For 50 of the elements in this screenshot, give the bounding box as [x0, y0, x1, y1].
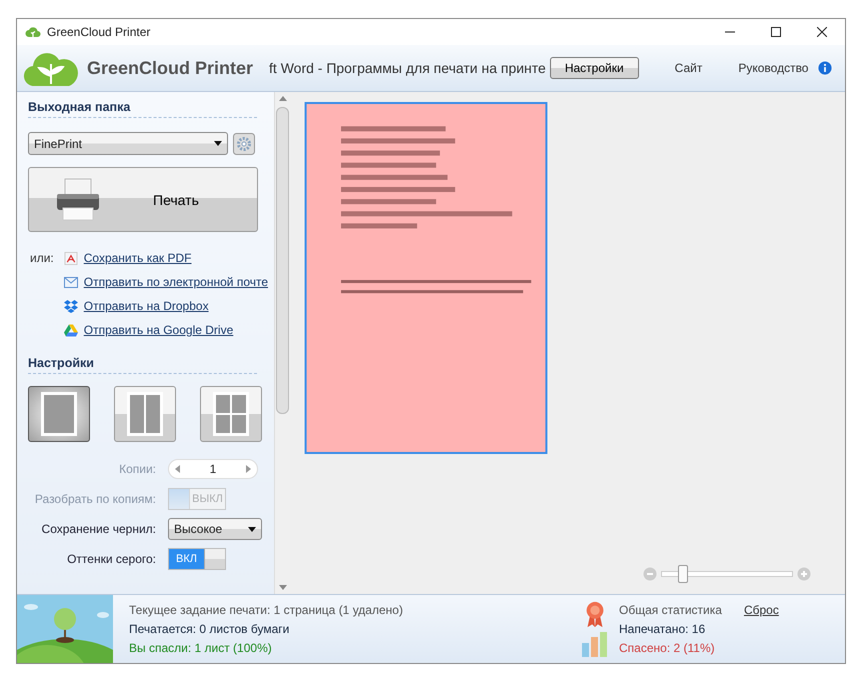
decrease-arrow-icon[interactable] [175, 465, 180, 473]
pdf-icon [64, 252, 78, 264]
four-pages-icon [213, 392, 249, 436]
section-heading: Настройки [28, 356, 257, 374]
zoom-slider-thumb[interactable] [678, 565, 688, 583]
document-title: ft Word - Программы для печати на принте [269, 60, 546, 76]
copies-label: Копии: [118, 462, 156, 476]
drive-icon [64, 324, 78, 336]
printing-text: Печатается: 0 листов бумаги [129, 622, 290, 636]
action-link[interactable]: Отправить по электронной почте [84, 275, 268, 289]
increase-arrow-icon[interactable] [246, 465, 251, 473]
printer-dropdown[interactable]: FinePrint [28, 132, 228, 155]
reset-link[interactable]: Сброс [744, 603, 779, 617]
action-link[interactable]: Сохранить как PDF [84, 251, 192, 265]
single-page-icon [41, 392, 77, 436]
gear-icon[interactable] [233, 132, 255, 154]
header-link[interactable]: Руководство [738, 61, 808, 75]
caret-icon [214, 141, 222, 146]
page-layout-button[interactable] [28, 386, 90, 442]
grayscale-label: Оттенки серого: [66, 552, 156, 566]
award-ribbon-icon [584, 601, 606, 629]
two-pages-icon [127, 392, 163, 436]
saved-total: Спасено: 2 (11%) [619, 641, 716, 655]
print-button[interactable]: Печать [28, 167, 258, 232]
ink-saving-dropdown[interactable]: Высокое [168, 518, 262, 540]
app-name: GreenCloud Printer [87, 58, 254, 78]
ink-saving-label: Сохранение чернил: [40, 522, 156, 536]
scroll-down-icon[interactable] [278, 585, 286, 590]
section-heading: Выходная папка [28, 100, 257, 118]
caret-icon [248, 526, 256, 532]
scrollbar[interactable] [274, 92, 290, 594]
collate-label: Разобрать по копиям: [34, 492, 156, 506]
envelope-icon [64, 276, 78, 288]
dropbox-icon [64, 300, 78, 312]
action-link[interactable]: Отправить на Google Drive [84, 323, 234, 337]
current-job-text: Текущее задание печати: 1 страница (1 удалено) [129, 603, 404, 617]
settings-button[interactable]: Настройки [550, 57, 639, 79]
info-icon[interactable] [818, 61, 832, 75]
window-title: GreenCloud Printer [47, 25, 150, 39]
bar-chart-icon [581, 631, 609, 657]
header-link[interactable]: Сайт [674, 61, 702, 75]
zoom-in-icon[interactable] [797, 567, 811, 581]
printer-icon [55, 178, 101, 222]
scroll-up-icon[interactable] [278, 96, 286, 101]
action-link[interactable]: Отправить на Dropbox [84, 299, 209, 313]
stats-title: Общая статистика [619, 603, 722, 617]
zoom-out-icon[interactable] [643, 567, 657, 581]
printed-count: Напечатано: 16 [619, 622, 706, 636]
saved-text: Вы спасли: 1 лист (100%) [129, 641, 273, 655]
or-label: или: [29, 250, 54, 267]
